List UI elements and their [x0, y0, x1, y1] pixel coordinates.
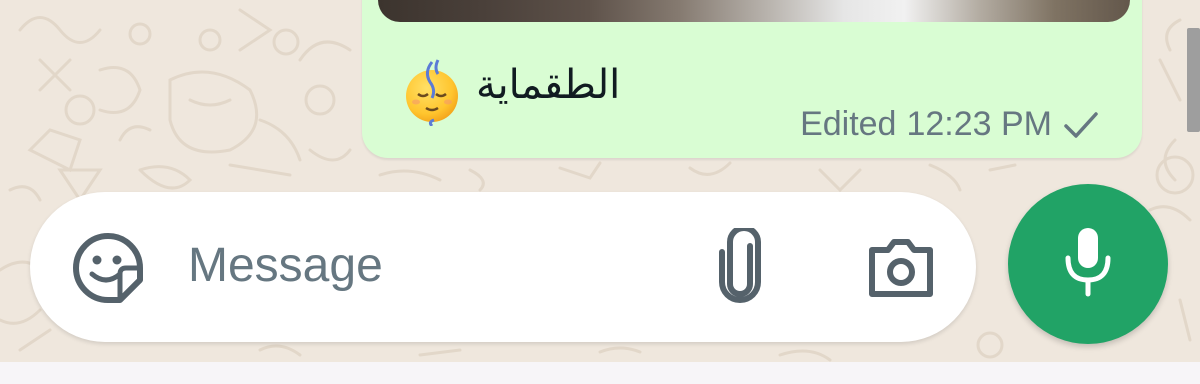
relieved-face-emoji-icon [406, 59, 458, 126]
scrollbar-thumb[interactable] [1187, 28, 1200, 132]
system-bottom-bar [0, 362, 1200, 384]
message-composer[interactable]: Message [30, 192, 976, 342]
microphone-icon [1065, 228, 1111, 297]
message-time: 12:23 PM [906, 105, 1052, 143]
message-meta: Edited 12:23 PM [800, 105, 1100, 144]
paperclip-icon[interactable] [710, 228, 772, 308]
message-photo[interactable] [378, 0, 1130, 22]
sticker-icon[interactable] [70, 230, 146, 306]
edited-label: Edited [800, 105, 897, 143]
message-caption: الطقماية [476, 62, 621, 108]
camera-icon[interactable] [864, 232, 938, 302]
voice-record-button[interactable] [1008, 184, 1168, 344]
message-input[interactable]: Message [188, 238, 383, 293]
outgoing-message-bubble[interactable]: الطقماية Edited 12:23 PM [362, 0, 1142, 158]
single-check-icon [1064, 111, 1098, 138]
